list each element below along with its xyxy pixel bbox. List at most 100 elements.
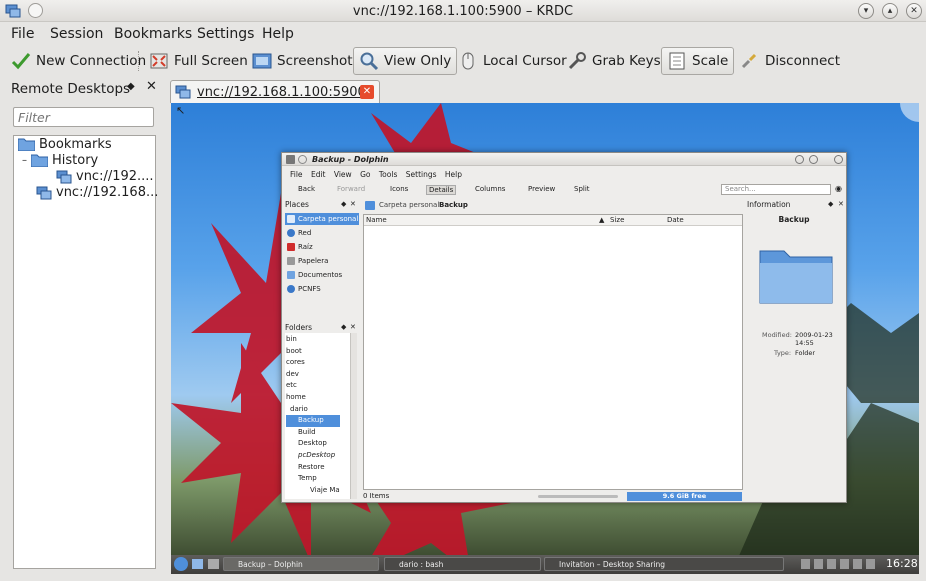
folder-item[interactable]: Restore xyxy=(286,462,340,474)
folder-item[interactable]: cores xyxy=(286,357,340,369)
column-date[interactable]: Date xyxy=(667,216,684,224)
dolphin-close-button[interactable] xyxy=(834,155,843,164)
disconnect-icon xyxy=(741,53,757,69)
dolphin-pin-icon[interactable] xyxy=(298,155,307,164)
breadcrumb-current[interactable]: Backup xyxy=(439,201,468,209)
breadcrumb-item[interactable]: Carpeta personal xyxy=(379,201,439,209)
places-label: Carpeta personal xyxy=(298,215,359,223)
screenshot-button[interactable]: Screenshot xyxy=(246,47,359,75)
dolphin-menu-file[interactable]: File xyxy=(290,170,303,179)
menu-settings[interactable]: Settings xyxy=(197,26,254,42)
dolphin-menu-edit[interactable]: Edit xyxy=(311,170,326,179)
binoculars-icon[interactable]: ◉ xyxy=(835,184,842,193)
info-item-name: Backup xyxy=(778,215,810,224)
kde-menu-icon[interactable] xyxy=(174,557,188,571)
folder-item[interactable]: Temp xyxy=(286,473,340,485)
folders-float-icon[interactable]: ◆ xyxy=(341,323,346,331)
local-cursor-button[interactable]: Local Cursor xyxy=(452,47,573,75)
launcher-icon[interactable] xyxy=(192,559,203,569)
menu-bookmarks[interactable]: Bookmarks xyxy=(114,26,192,42)
places-item[interactable]: Carpeta personal xyxy=(285,213,359,225)
tab-label: vnc://192.168.1.100:5900 xyxy=(197,84,366,100)
full-screen-button[interactable]: Full Screen xyxy=(143,47,254,75)
tree-expander[interactable]: – xyxy=(22,155,27,166)
scale-button[interactable]: Scale xyxy=(661,47,735,75)
menu-session[interactable]: Session xyxy=(50,26,103,42)
dolphin-search-input[interactable]: Search... xyxy=(721,184,831,195)
breadcrumb-home-icon[interactable] xyxy=(365,201,375,210)
tree-node-bookmarks[interactable]: Bookmarks xyxy=(18,137,112,152)
maximize-button[interactable]: ▴ xyxy=(882,3,898,19)
info-close-icon[interactable]: ✕ xyxy=(838,200,844,208)
dolphin-menu-help[interactable]: Help xyxy=(445,170,462,179)
launcher-icon[interactable] xyxy=(208,559,219,569)
new-connection-button[interactable]: New Connection xyxy=(5,47,152,75)
folder-item[interactable]: bin xyxy=(286,334,340,346)
places-close-icon[interactable]: ✕ xyxy=(350,200,356,208)
folder-item[interactable]: etc xyxy=(286,380,340,392)
tree-node-history-item[interactable]: vnc://192.... xyxy=(56,169,154,184)
filter-input[interactable] xyxy=(13,107,154,127)
tab-close-icon[interactable]: ✕ xyxy=(360,85,374,99)
scale-label: Scale xyxy=(692,53,729,69)
dolphin-back-button[interactable]: Back xyxy=(298,185,315,193)
zoom-slider[interactable] xyxy=(538,495,618,498)
dolphin-icons-button[interactable]: Icons xyxy=(390,185,408,193)
info-float-icon[interactable]: ◆ xyxy=(828,200,833,208)
dolphin-maximize-button[interactable] xyxy=(809,155,818,164)
dolphin-window[interactable]: Backup - Dolphin File Edit View Go Tools… xyxy=(281,152,847,503)
disconnect-label: Disconnect xyxy=(765,53,840,69)
taskbar-task[interactable]: Backup – Dolphin xyxy=(223,557,379,571)
dolphin-menu-tools[interactable]: Tools xyxy=(379,170,397,179)
folder-item[interactable]: home xyxy=(286,392,340,404)
column-name[interactable]: Name xyxy=(366,216,387,224)
folder-item[interactable]: Desktop xyxy=(286,438,340,450)
places-item[interactable]: Red xyxy=(285,227,359,239)
dolphin-title-bar[interactable]: Backup - Dolphin xyxy=(282,153,846,166)
dolphin-menu-view[interactable]: View xyxy=(334,170,352,179)
minimize-button[interactable]: ▾ xyxy=(858,3,874,19)
folders-scrollbar[interactable] xyxy=(350,333,357,499)
dolphin-file-view[interactable]: Name ▲ Size Date xyxy=(363,214,743,490)
dolphin-columns-button[interactable]: Columns xyxy=(475,185,505,193)
dolphin-forward-button[interactable]: Forward xyxy=(337,185,365,193)
dock-close-icon[interactable]: ✕ xyxy=(146,79,157,94)
dock-title: Remote Desktops xyxy=(11,81,131,97)
places-item[interactable]: Papelera xyxy=(285,255,359,267)
taskbar-task[interactable]: dario : bash xyxy=(384,557,541,571)
folders-close-icon[interactable]: ✕ xyxy=(350,323,356,331)
folder-item[interactable]: boot xyxy=(286,346,340,358)
folder-item[interactable]: pcDesktop xyxy=(286,450,340,462)
folder-item-selected[interactable]: Backup xyxy=(286,415,340,427)
places-item[interactable]: Documentos xyxy=(285,269,359,281)
close-button[interactable]: ✕ xyxy=(906,3,922,19)
tab-vnc-connection[interactable]: vnc://192.168.1.100:5900 ✕ xyxy=(170,80,380,103)
menu-file[interactable]: File xyxy=(11,26,34,42)
places-item[interactable]: PCNFS xyxy=(285,283,359,295)
dolphin-details-button[interactable]: Details xyxy=(426,185,457,195)
dolphin-preview-button[interactable]: Preview xyxy=(528,185,555,193)
view-only-button[interactable]: View Only xyxy=(353,47,458,75)
remote-desktop-icon xyxy=(36,186,52,199)
places-float-icon[interactable]: ◆ xyxy=(341,200,346,208)
taskbar-task[interactable]: Invitation – Desktop Sharing xyxy=(544,557,784,571)
float-icon[interactable]: ◆ xyxy=(127,81,135,92)
dolphin-menu-settings[interactable]: Settings xyxy=(406,170,437,179)
system-tray-icons[interactable] xyxy=(801,559,879,569)
dolphin-split-button[interactable]: Split xyxy=(574,185,590,193)
menu-help[interactable]: Help xyxy=(262,26,294,42)
tree-node-vnc-item[interactable]: vnc://192.168... xyxy=(36,185,158,200)
folder-item[interactable]: dario xyxy=(286,404,340,416)
folder-item[interactable]: Viaje Ma xyxy=(286,485,340,497)
title-bar[interactable]: vnc://192.168.1.100:5900 – KRDC ▾ ▴ ✕ xyxy=(0,0,926,22)
grab-keys-button[interactable]: Grab Keys xyxy=(561,47,667,75)
disconnect-button[interactable]: Disconnect xyxy=(734,47,846,75)
places-item[interactable]: Raíz xyxy=(285,241,359,253)
tree-node-history[interactable]: – History xyxy=(22,153,98,168)
folder-item[interactable]: Build xyxy=(286,427,340,439)
column-size[interactable]: Size xyxy=(610,216,624,224)
remote-desktop-view[interactable]: Backup - Dolphin File Edit View Go Tools… xyxy=(171,103,919,574)
dolphin-minimize-button[interactable] xyxy=(795,155,804,164)
folder-item[interactable]: dev xyxy=(286,369,340,381)
dolphin-menu-go[interactable]: Go xyxy=(360,170,370,179)
